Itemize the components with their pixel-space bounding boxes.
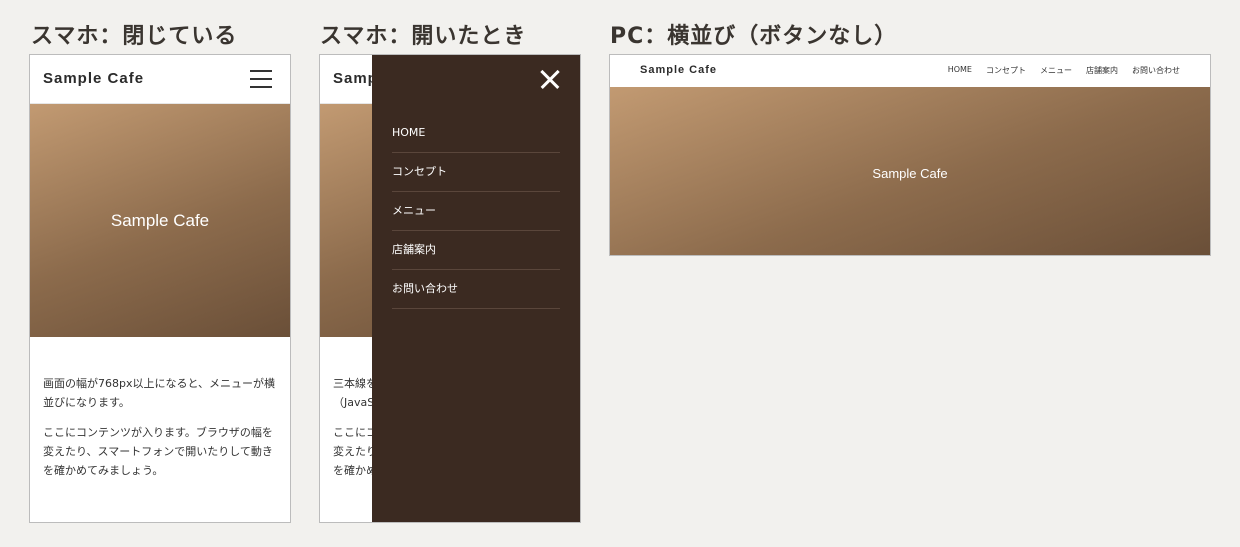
hero-image: Sample Cafe — [610, 87, 1210, 255]
hero-title: Sample Cafe — [872, 166, 948, 181]
site-logo[interactable]: Sample Cafe — [43, 70, 144, 87]
nav-item-menu[interactable]: メニュー — [1040, 65, 1072, 76]
mobile-header: Sample Cafe — [30, 55, 290, 104]
content-body: 画面の幅が768px以上になると、メニューが横並びになります。 ここにコンテンツ… — [43, 374, 277, 491]
mobile-open-frame: Samp 三本線を （JavaS ここにコ 変えたり を確かめ HOME コンセ… — [319, 54, 581, 523]
drawer-item-store[interactable]: 店舗案内 — [392, 231, 560, 270]
hero-title: Sample Cafe — [110, 211, 210, 230]
mobile-closed-frame: Sample Cafe Sample Cafe 画面の幅が768px以上になると… — [29, 54, 291, 523]
hamburger-icon[interactable] — [250, 69, 272, 89]
pc-frame: Sample Cafe HOME コンセプト メニュー 店舗案内 お問い合わせ … — [609, 54, 1211, 256]
drawer-item-concept[interactable]: コンセプト — [392, 153, 560, 192]
drawer-menu: HOME コンセプト メニュー 店舗案内 お問い合わせ — [392, 114, 560, 309]
nav-item-concept[interactable]: コンセプト — [986, 65, 1026, 76]
site-logo[interactable]: Sample Cafe — [640, 64, 717, 76]
pc-header: Sample Cafe HOME コンセプト メニュー 店舗案内 お問い合わせ — [610, 55, 1210, 87]
drawer-item-home[interactable]: HOME — [392, 114, 560, 153]
hero-image: Sample Cafe — [30, 104, 290, 337]
nav-item-contact[interactable]: お問い合わせ — [1132, 65, 1180, 76]
nav-item-store[interactable]: 店舗案内 — [1086, 65, 1118, 76]
close-icon[interactable] — [538, 67, 562, 91]
pc-nav: HOME コンセプト メニュー 店舗案内 お問い合わせ — [948, 65, 1180, 76]
panel-title-open: スマホ：開いたとき — [320, 24, 527, 49]
panel-title-closed: スマホ：閉じている — [31, 24, 238, 49]
nav-drawer: HOME コンセプト メニュー 店舗案内 お問い合わせ — [372, 55, 580, 522]
nav-item-home[interactable]: HOME — [948, 65, 972, 76]
drawer-item-menu[interactable]: メニュー — [392, 192, 560, 231]
content-paragraph-1: 画面の幅が768px以上になると、メニューが横並びになります。 — [43, 377, 276, 409]
content-paragraph-2: ここにコンテンツが入ります。ブラウザの幅を変えたり、スマートフォンで開いたりして… — [43, 426, 273, 477]
panel-title-pc: PC：横並び（ボタンなし） — [610, 24, 898, 49]
drawer-item-contact[interactable]: お問い合わせ — [392, 270, 560, 309]
